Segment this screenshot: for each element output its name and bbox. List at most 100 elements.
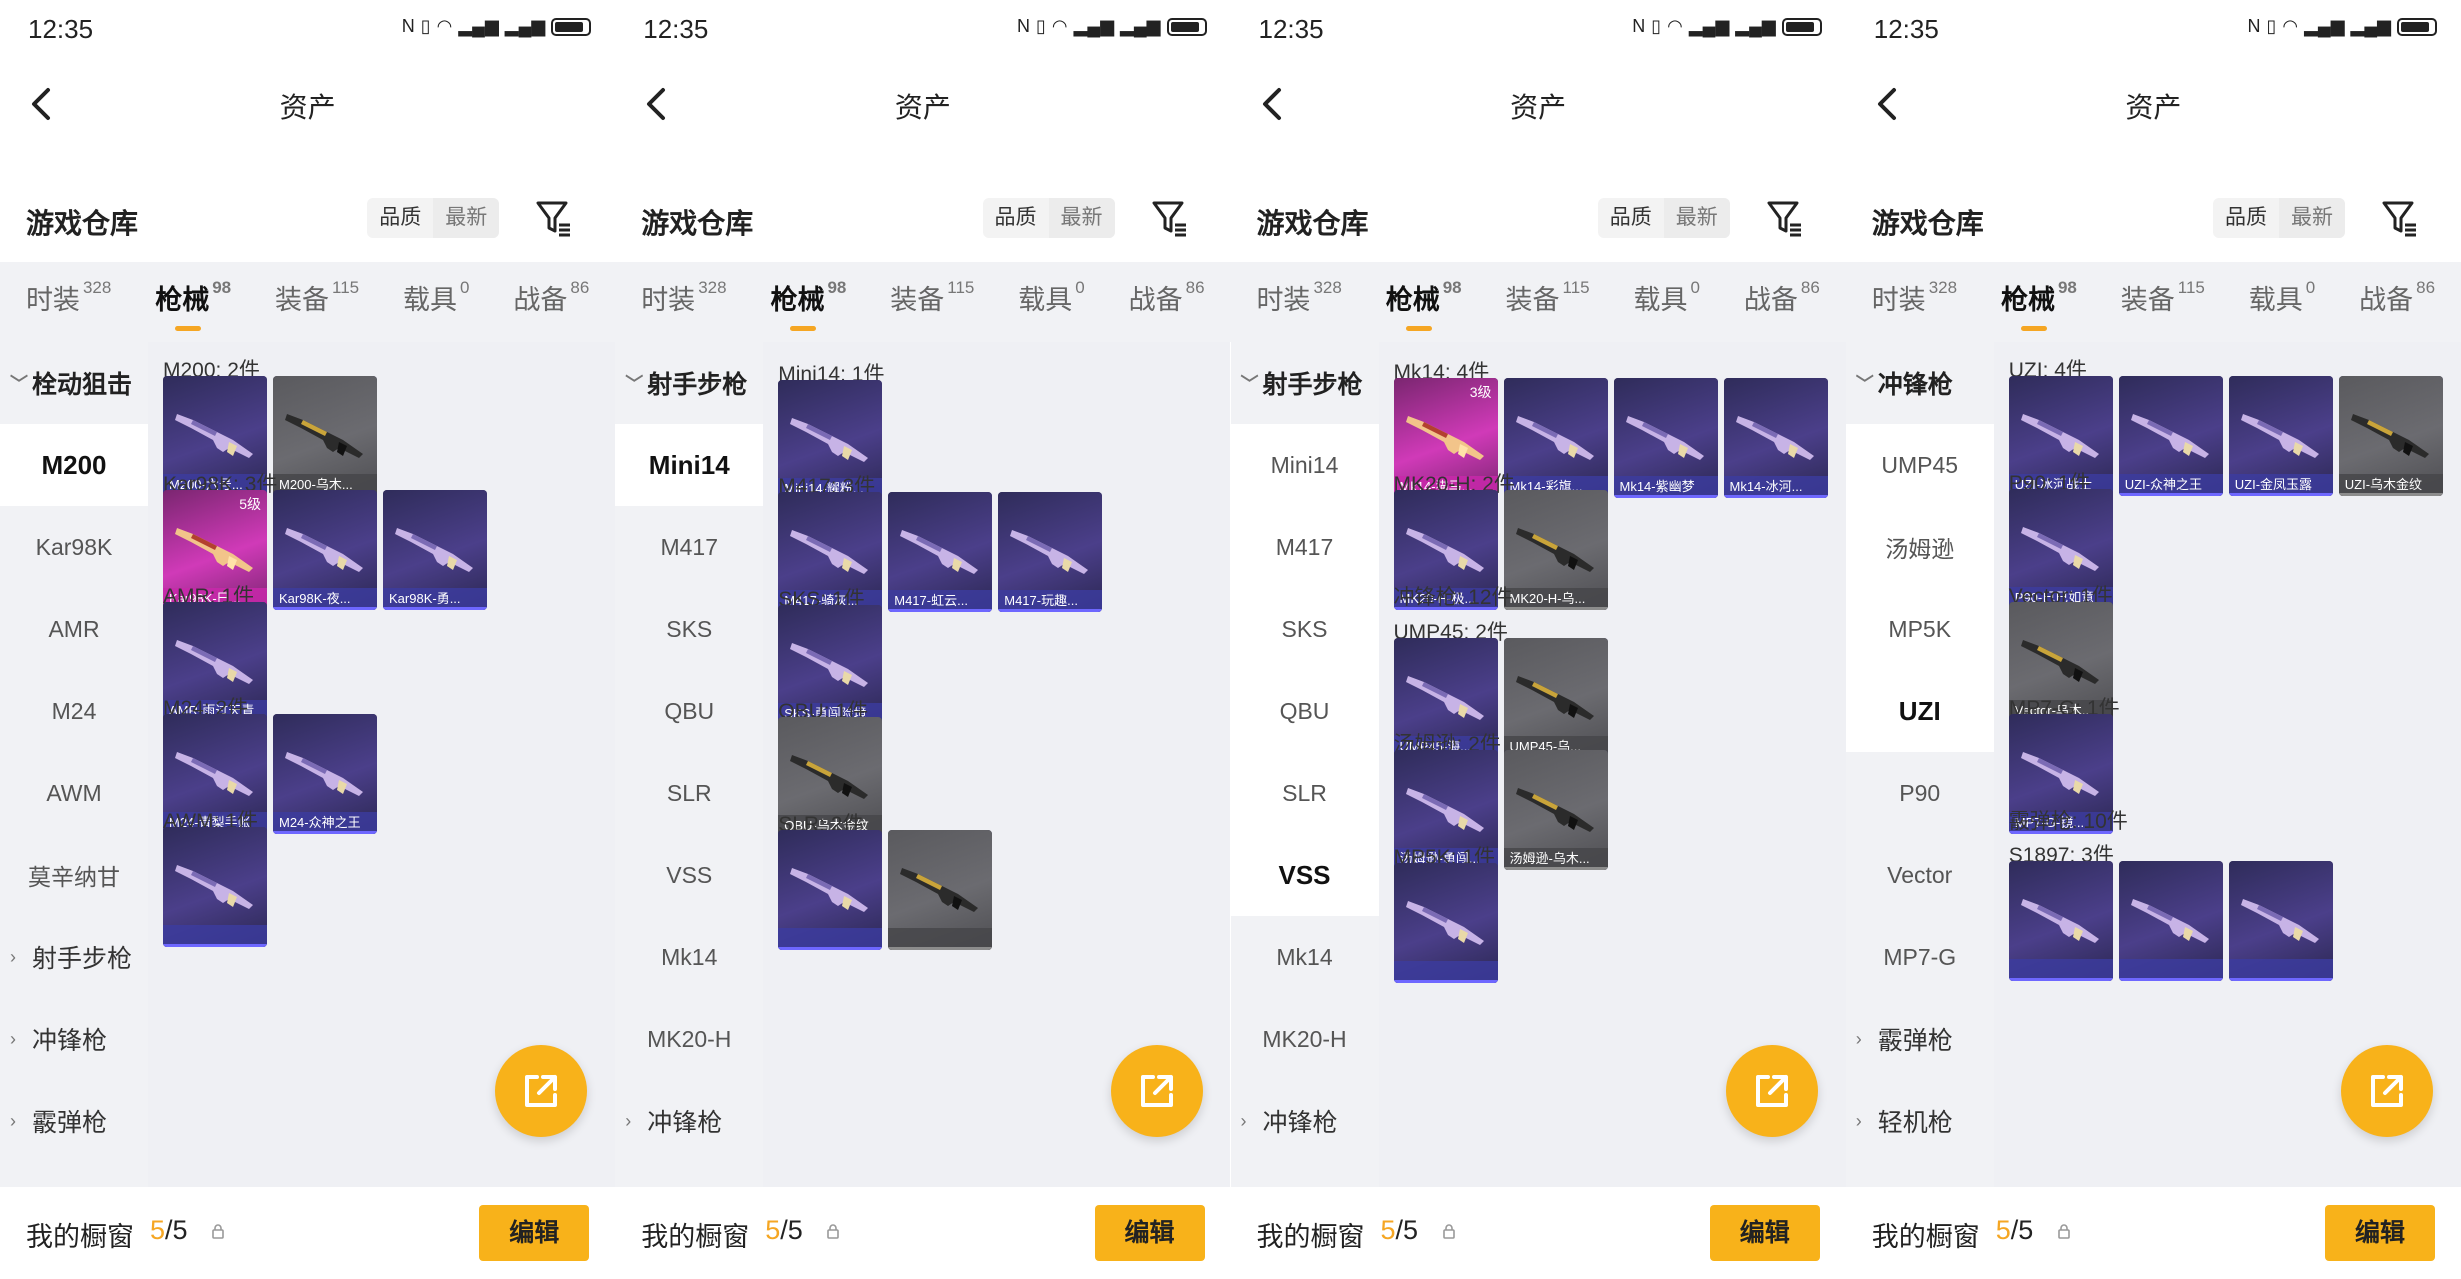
sidebar-item[interactable]: 莫辛纳甘 bbox=[0, 834, 148, 916]
sidebar-item[interactable]: MK20-H bbox=[615, 998, 763, 1080]
tab-fashion[interactable]: 时装 328 bbox=[1256, 278, 1341, 327]
tab-vehicles[interactable]: 载具 0 bbox=[1018, 278, 1084, 327]
tab-supplies[interactable]: 战备 86 bbox=[1129, 278, 1205, 327]
sidebar-item[interactable]: P90 bbox=[1846, 752, 1994, 834]
sort-latest-button[interactable]: 最新 bbox=[433, 198, 500, 238]
weapon-skin-card[interactable]: M417-玩趣... bbox=[998, 492, 1103, 612]
weapon-skin-card[interactable]: Mk14-紫幽梦 bbox=[1613, 378, 1718, 498]
sidebar-item[interactable]: UZI bbox=[1845, 670, 1994, 752]
sidebar-item[interactable]: QBU bbox=[1230, 670, 1379, 752]
share-button[interactable] bbox=[1110, 1045, 1203, 1137]
sidebar-item[interactable]: ﹀ 射手步枪 bbox=[615, 342, 763, 424]
sidebar-item[interactable]: AWM bbox=[0, 752, 148, 834]
sidebar-item[interactable]: ﹀ 射手步枪 bbox=[1231, 342, 1379, 424]
weapon-skin-card[interactable]: Mk14-彩旗... bbox=[1503, 378, 1608, 498]
sidebar-item[interactable]: M24 bbox=[0, 670, 148, 752]
sidebar-item[interactable]: Kar98K bbox=[0, 506, 148, 588]
weapon-skin-card[interactable]: 汤姆逊-乌木... bbox=[1503, 750, 1608, 870]
sidebar-item[interactable]: M200 bbox=[0, 424, 148, 506]
tab-fashion[interactable]: 时装 328 bbox=[26, 278, 111, 327]
tab-supplies[interactable]: 战备 86 bbox=[513, 278, 589, 327]
sidebar-item[interactable]: › 冲锋枪 bbox=[0, 998, 148, 1080]
filter-button[interactable] bbox=[2381, 198, 2419, 238]
sidebar-item[interactable]: VSS bbox=[615, 834, 763, 916]
tab-vehicles[interactable]: 载具 0 bbox=[403, 278, 469, 327]
tab-equipment[interactable]: 装备 115 bbox=[2121, 278, 2205, 327]
filter-button[interactable] bbox=[1766, 198, 1804, 238]
sidebar-item[interactable]: MP5K bbox=[1845, 588, 1994, 670]
sidebar-item[interactable]: ﹀ 栓动狙击 bbox=[0, 342, 148, 424]
edit-button[interactable]: 编辑 bbox=[2325, 1205, 2435, 1261]
tab-supplies[interactable]: 战备 86 bbox=[1744, 278, 1820, 327]
sidebar-item[interactable]: Mini14 bbox=[1230, 424, 1379, 506]
sidebar-item[interactable]: VSS bbox=[1230, 834, 1379, 916]
tab-fashion[interactable]: 时装 328 bbox=[641, 278, 726, 327]
sidebar-item[interactable]: › 轻机枪 bbox=[1846, 1080, 1994, 1162]
weapon-skin-card[interactable] bbox=[2228, 861, 2333, 981]
weapon-skin-card[interactable] bbox=[888, 830, 993, 950]
share-button[interactable] bbox=[2341, 1045, 2433, 1137]
sort-quality-button[interactable]: 品质 bbox=[983, 198, 1049, 238]
weapon-skin-card[interactable]: Kar98K-夜... bbox=[273, 490, 377, 610]
sidebar-item[interactable]: Vector bbox=[1846, 834, 1994, 916]
sort-quality-button[interactable]: 品质 bbox=[1598, 198, 1664, 238]
weapon-skin-card[interactable] bbox=[2008, 861, 2113, 981]
sort-latest-button[interactable]: 最新 bbox=[1048, 198, 1115, 238]
sidebar-item[interactable]: M417 bbox=[615, 506, 763, 588]
tab-equipment[interactable]: 装备 115 bbox=[890, 278, 974, 327]
weapon-skin-card[interactable]: UZI-金凤玉露 bbox=[2228, 376, 2333, 496]
sidebar-item[interactable]: SLR bbox=[615, 752, 763, 834]
sidebar-item[interactable]: SKS bbox=[1230, 588, 1379, 670]
weapon-skin-card[interactable]: M200-乌木... bbox=[273, 376, 377, 496]
sidebar-item[interactable]: 汤姆逊 bbox=[1845, 506, 1994, 588]
sidebar-item[interactable]: Mk14 bbox=[615, 916, 763, 998]
weapon-skin-card[interactable] bbox=[163, 827, 267, 947]
sort-quality-button[interactable]: 品质 bbox=[2213, 198, 2279, 238]
weapon-skin-card[interactable]: Kar98K-勇... bbox=[383, 490, 487, 610]
weapon-skin-card[interactable]: UZI-众神之王 bbox=[2118, 376, 2223, 496]
tab-firearms[interactable]: 枪械 98 bbox=[2001, 278, 2077, 331]
filter-button[interactable] bbox=[535, 198, 573, 238]
sidebar-item[interactable]: Mini14 bbox=[615, 424, 764, 506]
sidebar-item[interactable]: › 冲锋枪 bbox=[1231, 1080, 1379, 1162]
sidebar-item[interactable]: MK20-H bbox=[1231, 998, 1379, 1080]
sort-quality-button[interactable]: 品质 bbox=[367, 198, 433, 238]
tab-vehicles[interactable]: 载具 0 bbox=[1634, 278, 1700, 327]
tab-firearms[interactable]: 枪械 98 bbox=[770, 278, 846, 331]
filter-button[interactable] bbox=[1151, 198, 1189, 238]
sidebar-item[interactable]: › 冲锋枪 bbox=[615, 1080, 763, 1162]
tab-fashion[interactable]: 时装 328 bbox=[1872, 278, 1957, 327]
edit-button[interactable]: 编辑 bbox=[1709, 1205, 1820, 1261]
sidebar-item[interactable]: UMP45 bbox=[1845, 424, 1994, 506]
weapon-skin-card[interactable]: UMP45-乌... bbox=[1503, 638, 1608, 758]
weapon-skin-card[interactable]: M24-众神之王 bbox=[273, 714, 377, 834]
sidebar-item[interactable]: MP7-G bbox=[1846, 916, 1994, 998]
sort-latest-button[interactable]: 最新 bbox=[1663, 198, 1730, 238]
sidebar-item[interactable]: ﹀ 冲锋枪 bbox=[1846, 342, 1994, 424]
weapon-skin-card[interactable]: UZI-乌木金纹 bbox=[2338, 376, 2443, 496]
weapon-skin-card[interactable] bbox=[778, 830, 883, 950]
sort-latest-button[interactable]: 最新 bbox=[2279, 198, 2345, 238]
sidebar-item[interactable]: SLR bbox=[1230, 752, 1379, 834]
weapon-skin-card[interactable]: Mk14-冰河... bbox=[1723, 378, 1828, 498]
share-button[interactable] bbox=[1725, 1045, 1818, 1137]
edit-button[interactable]: 编辑 bbox=[1094, 1205, 1205, 1261]
sidebar-item[interactable]: › 霰弹枪 bbox=[0, 1080, 148, 1162]
tab-firearms[interactable]: 枪械 98 bbox=[1386, 278, 1462, 331]
tab-equipment[interactable]: 装备 115 bbox=[275, 278, 359, 327]
sidebar-item[interactable]: › 霰弹枪 bbox=[1846, 998, 1994, 1080]
sidebar-item[interactable]: AMR bbox=[0, 588, 148, 670]
sidebar-item[interactable]: SKS bbox=[615, 588, 763, 670]
sidebar-item[interactable]: QBU bbox=[615, 670, 763, 752]
weapon-skin-card[interactable]: M417-虹云... bbox=[888, 492, 993, 612]
share-button[interactable] bbox=[495, 1045, 588, 1137]
sidebar-item[interactable]: Mk14 bbox=[1231, 916, 1379, 998]
weapon-skin-card[interactable] bbox=[2118, 861, 2223, 981]
tab-firearms[interactable]: 枪械 98 bbox=[155, 278, 231, 331]
weapon-skin-card[interactable]: MK20-H-乌... bbox=[1503, 490, 1608, 610]
tab-equipment[interactable]: 装备 115 bbox=[1506, 278, 1590, 327]
tab-supplies[interactable]: 战备 86 bbox=[2359, 278, 2435, 327]
sidebar-item[interactable]: › 射手步枪 bbox=[0, 916, 148, 998]
tab-vehicles[interactable]: 载具 0 bbox=[2249, 278, 2315, 327]
weapon-skin-card[interactable] bbox=[1393, 863, 1498, 983]
